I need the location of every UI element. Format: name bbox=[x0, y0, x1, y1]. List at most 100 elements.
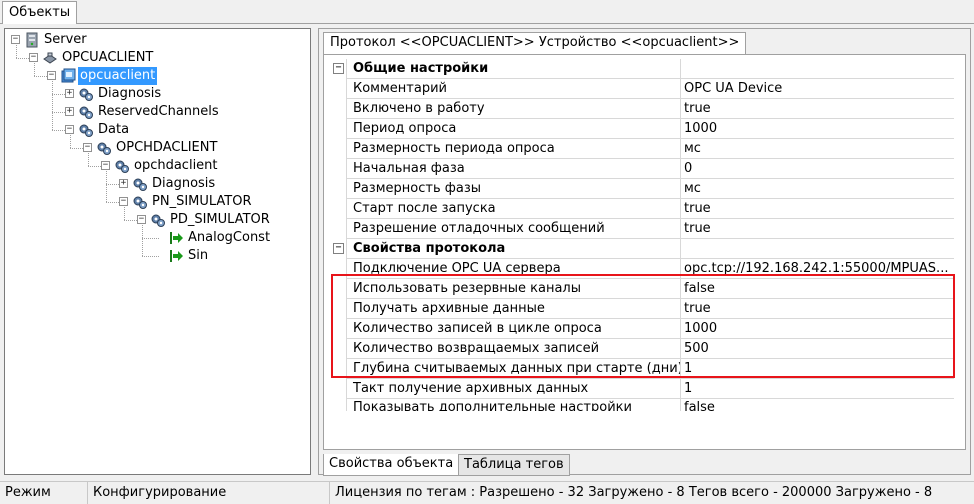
property-row-margin bbox=[330, 279, 346, 299]
collapse-icon[interactable]: − bbox=[65, 125, 74, 134]
property-name: Показывать дополнительные настройки bbox=[346, 399, 681, 411]
expand-icon[interactable]: + bbox=[65, 107, 74, 116]
collapse-icon[interactable]: − bbox=[29, 53, 38, 62]
property-value[interactable]: 1 bbox=[681, 379, 954, 399]
collapse-icon[interactable]: − bbox=[333, 63, 344, 74]
property-value[interactable]: true bbox=[681, 199, 954, 219]
tree-node[interactable]: + Diagnosis bbox=[5, 85, 305, 103]
tree-node[interactable]: − Data bbox=[5, 121, 305, 139]
property-value[interactable]: 1 bbox=[681, 359, 954, 379]
property-name: Старт после запуска bbox=[346, 199, 681, 219]
property-value[interactable]: 1000 bbox=[681, 319, 954, 339]
tab-tag-table[interactable]: Таблица тегов bbox=[458, 454, 570, 476]
collapse-icon[interactable]: − bbox=[333, 243, 344, 254]
tree-node-label: OPCHDACLIENT bbox=[116, 140, 218, 155]
gears-icon bbox=[78, 122, 94, 138]
property-name: Использовать резервные каналы bbox=[346, 279, 681, 299]
property-row-margin bbox=[330, 219, 346, 239]
tree-node[interactable]: − opcuaclient bbox=[5, 67, 305, 85]
device-icon bbox=[60, 68, 76, 84]
property-value[interactable]: false bbox=[681, 399, 954, 411]
tree-node-label: opchdaclient bbox=[134, 158, 218, 173]
tree-node-label: Diagnosis bbox=[98, 86, 162, 101]
property-row[interactable]: Размерность фазы мс bbox=[330, 179, 954, 199]
property-row[interactable]: Использовать резервные каналы false bbox=[330, 279, 954, 299]
property-value[interactable]: 500 bbox=[681, 339, 954, 359]
gears-icon bbox=[78, 104, 94, 120]
tree-node[interactable]: − OPCHDACLIENT bbox=[5, 139, 305, 157]
tree-node-label: ReservedChannels bbox=[98, 104, 219, 119]
property-row[interactable]: Старт после запуска true bbox=[330, 199, 954, 219]
property-name: Подключение OPC UA сервера bbox=[346, 259, 681, 279]
tab-protocol-device[interactable]: Протокол <<OPCUACLIENT>> Устройство <<op… bbox=[323, 32, 747, 54]
property-value[interactable]: 1000 bbox=[681, 119, 954, 139]
property-row[interactable]: Начальная фаза 0 bbox=[330, 159, 954, 179]
property-row-margin bbox=[330, 99, 346, 119]
property-row[interactable]: Размерность периода опроса мс bbox=[330, 139, 954, 159]
property-row-margin bbox=[330, 139, 346, 159]
property-row[interactable]: Количество возвращаемых записей 500 bbox=[330, 339, 954, 359]
property-grid: − Общие настройки Комментарий OPC UA Device… bbox=[330, 59, 954, 411]
property-category-row[interactable]: − Общие настройки bbox=[330, 59, 954, 79]
property-value[interactable]: OPC UA Device bbox=[681, 79, 954, 99]
property-category-row[interactable]: − Свойства протокола bbox=[330, 239, 954, 259]
tree-node[interactable]: − opchdaclient bbox=[5, 157, 305, 175]
properties-panel: Протокол <<OPCUACLIENT>> Устройство <<op… bbox=[318, 28, 971, 476]
tree-node[interactable]: + ReservedChannels bbox=[5, 103, 305, 121]
object-tree[interactable]: − Server − OPCUACLIENT − opcuaclient + Diagnosi… bbox=[4, 28, 311, 475]
collapse-icon[interactable]: − bbox=[137, 215, 146, 224]
property-row-margin: − bbox=[330, 239, 346, 259]
property-row-margin: − bbox=[330, 59, 346, 79]
property-name: Глубина считываемых данных при старте (д… bbox=[346, 359, 681, 379]
collapse-icon[interactable]: − bbox=[119, 197, 128, 206]
tag-arrow-icon bbox=[168, 248, 184, 264]
property-row[interactable]: Включено в работу true bbox=[330, 99, 954, 119]
tab-object-properties[interactable]: Свойства объекта bbox=[323, 454, 460, 476]
property-name: Количество записей в цикле опроса bbox=[346, 319, 681, 339]
property-row[interactable]: Разрешение отладочных сообщений true bbox=[330, 219, 954, 239]
collapse-icon[interactable]: − bbox=[83, 143, 92, 152]
tab-objects[interactable]: Объекты bbox=[2, 1, 78, 24]
property-row[interactable]: Получать архивные данные true bbox=[330, 299, 954, 319]
gears-icon bbox=[96, 140, 112, 156]
property-row[interactable]: Комментарий OPC UA Device bbox=[330, 79, 954, 99]
tree-node[interactable]: − OPCUACLIENT bbox=[5, 49, 305, 67]
property-value[interactable]: мс bbox=[681, 179, 954, 199]
property-row-margin bbox=[330, 199, 346, 219]
tree-node[interactable]: AnalogConst bbox=[5, 229, 305, 247]
property-row[interactable]: Подключение OPC UA сервера opc.tcp://192.… bbox=[330, 259, 954, 279]
property-value[interactable]: false bbox=[681, 279, 954, 299]
tree-node[interactable]: − PN_SIMULATOR bbox=[5, 193, 305, 211]
property-value[interactable]: true bbox=[681, 99, 954, 119]
property-value[interactable]: true bbox=[681, 219, 954, 239]
property-row[interactable]: Показывать дополнительные настройки false bbox=[330, 399, 954, 411]
property-name: Такт получение архивных данных bbox=[346, 379, 681, 399]
property-name: Период опроса bbox=[346, 119, 681, 139]
property-row-margin bbox=[330, 359, 346, 379]
collapse-icon[interactable]: − bbox=[11, 35, 20, 44]
property-value[interactable]: true bbox=[681, 299, 954, 319]
collapse-icon[interactable]: − bbox=[47, 71, 56, 80]
status-bar: Режим Конфигурирование Лицензия по тегам… bbox=[0, 481, 974, 504]
property-name: Размерность фазы bbox=[346, 179, 681, 199]
property-value[interactable]: мс bbox=[681, 139, 954, 159]
property-name: Получать архивные данные bbox=[346, 299, 681, 319]
collapse-icon[interactable]: − bbox=[101, 161, 110, 170]
tree-node[interactable]: − Server bbox=[5, 31, 305, 49]
expand-icon[interactable]: + bbox=[119, 179, 128, 188]
tree-node[interactable]: + Diagnosis bbox=[5, 175, 305, 193]
property-value[interactable]: opc.tcp://192.168.242.1:55000/MPUAS... bbox=[681, 259, 954, 279]
property-name: Количество возвращаемых записей bbox=[346, 339, 681, 359]
property-row[interactable]: Количество записей в цикле опроса 1000 bbox=[330, 319, 954, 339]
tree-node[interactable]: Sin bbox=[5, 247, 305, 265]
expand-icon[interactable]: + bbox=[65, 89, 74, 98]
tree-node-label: Data bbox=[98, 122, 130, 137]
property-value[interactable]: 0 bbox=[681, 159, 954, 179]
property-row[interactable]: Период опроса 1000 bbox=[330, 119, 954, 139]
tree-node[interactable]: − PD_SIMULATOR bbox=[5, 211, 305, 229]
property-row-margin bbox=[330, 339, 346, 359]
property-row-margin bbox=[330, 119, 346, 139]
property-row[interactable]: Такт получение архивных данных 1 bbox=[330, 379, 954, 399]
property-row[interactable]: Глубина считываемых данных при старте (д… bbox=[330, 359, 954, 379]
gears-icon bbox=[150, 212, 166, 228]
